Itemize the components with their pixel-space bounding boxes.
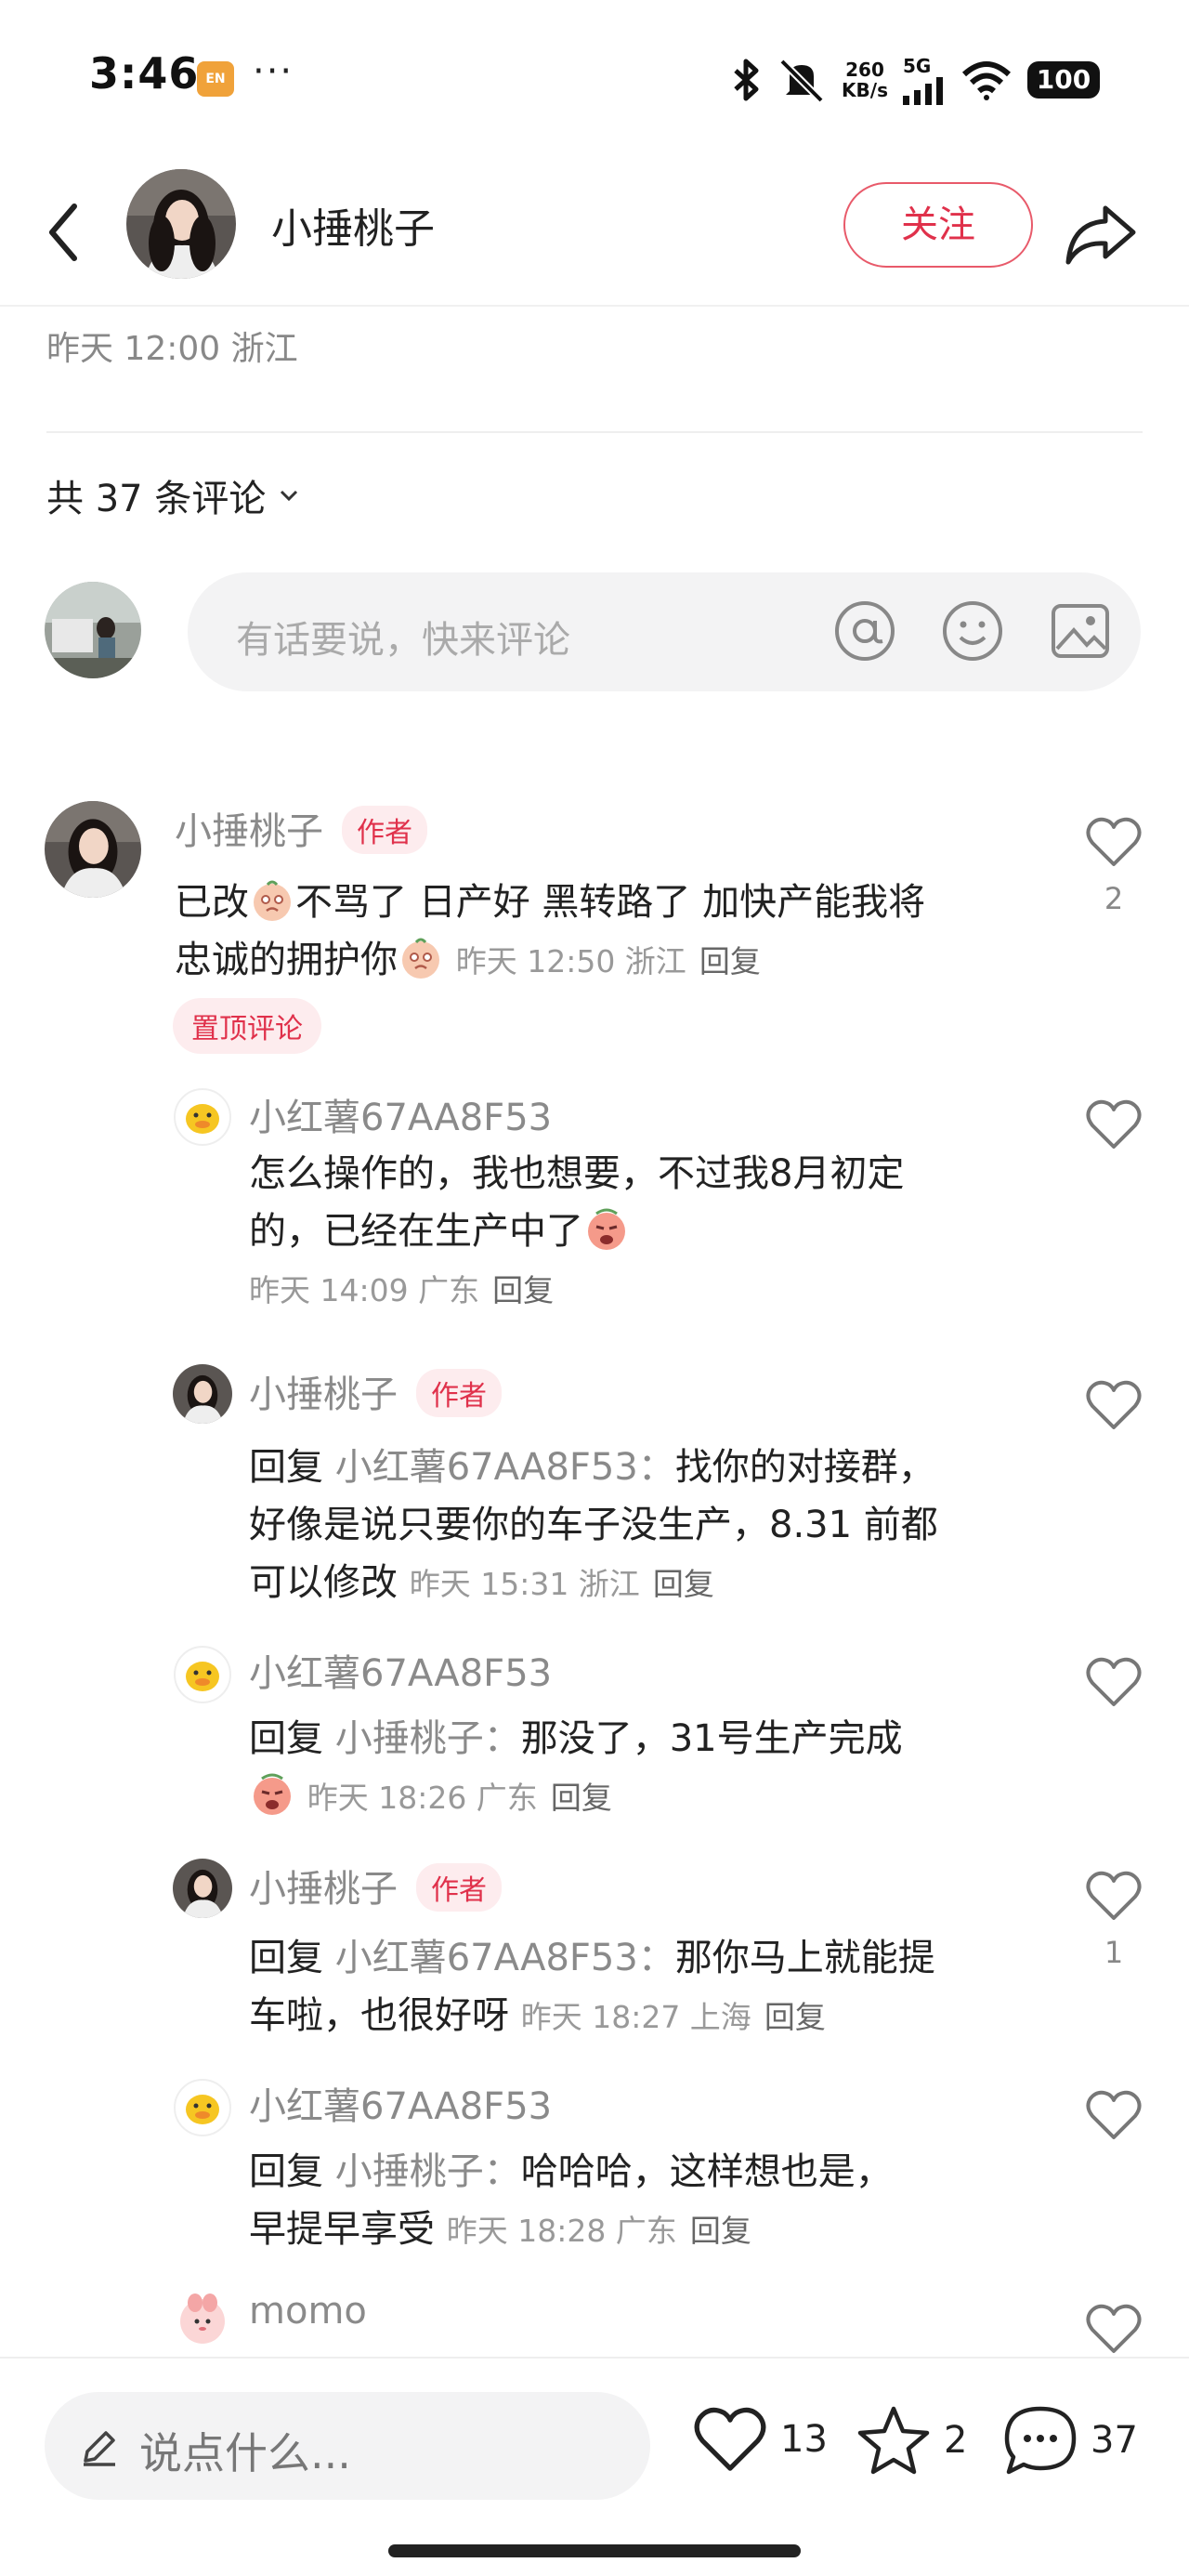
comment-avatar[interactable]	[173, 1087, 232, 1147]
comment-avatar[interactable]	[45, 801, 141, 898]
author-tag: 作者	[416, 1369, 502, 1417]
comment-count-label: 共 37 条评论	[46, 478, 267, 520]
mute-icon	[779, 59, 824, 102]
reply-link[interactable]: 回复	[551, 1780, 612, 1816]
mention-icon[interactable]	[832, 598, 897, 664]
reply-link[interactable]: 回复	[699, 943, 761, 979]
emoji-sticker	[588, 1208, 625, 1250]
comment-text: 回复 小红薯67AA8F53：那你马上就能提 车啦，也很好呀 昨天 18:27 …	[249, 1937, 935, 2037]
pen-icon	[84, 2431, 115, 2466]
comment-meta: 昨天 14:09 广东	[249, 1272, 480, 1308]
comment-button[interactable]: 37	[1001, 2403, 1138, 2477]
status-time: 3:46	[89, 48, 200, 99]
comment-avatar[interactable]	[173, 1859, 232, 1918]
comment-meta: 昨天 18:26 广东	[307, 1780, 538, 1816]
back-button[interactable]	[37, 195, 93, 269]
like-icon[interactable]	[1085, 1097, 1143, 1152]
comment-meta: 昨天 18:28 广东	[446, 2213, 677, 2249]
comment-text: 怎么操作的，我也想要，不过我8月初定 的，已经在生产中了 昨天 14:09 广东…	[249, 1152, 905, 1308]
comment-meta: 昨天 12:50 浙江	[455, 943, 686, 979]
bottom-comment-input[interactable]: 说点什么...	[45, 2392, 650, 2500]
star-count: 2	[944, 2419, 968, 2462]
reply-link[interactable]: 回复	[653, 1566, 714, 1602]
comment-avatar[interactable]	[173, 2078, 232, 2137]
reply-link[interactable]: 回复	[764, 1999, 826, 2035]
like-icon[interactable]	[1085, 1377, 1143, 1433]
battery-indicator: 100	[1027, 61, 1100, 99]
comment-bubble-icon	[1004, 2406, 1077, 2475]
author-tag: 作者	[342, 806, 427, 854]
emoji-sticker	[254, 1773, 291, 1815]
pinned-tag: 置顶评论	[173, 998, 321, 1054]
divider	[46, 431, 1143, 433]
comment-author[interactable]: 小捶桃子 作者	[175, 801, 427, 858]
comment-count-sort[interactable]: 共 37 条评论	[46, 468, 303, 522]
star-icon	[857, 2406, 930, 2475]
status-bar: 3:46 EN ··· 260 KB/s 5G 100	[0, 0, 1189, 158]
post-meta: 昨天 12:00 浙江	[46, 330, 298, 368]
bottom-action-bar: 说点什么... 13 2 37	[0, 2357, 1189, 2576]
like-post-button[interactable]: 13	[691, 2403, 828, 2476]
like-count: 2	[1104, 881, 1124, 916]
comment-avatar[interactable]	[173, 1364, 232, 1424]
like-count: 1	[1104, 1935, 1124, 1970]
wifi-icon	[961, 61, 1012, 100]
comment-author[interactable]: 小红薯67AA8F53	[249, 1643, 552, 1697]
image-icon[interactable]	[1048, 598, 1113, 664]
comment-input-placeholder: 有话要说，快来评论	[236, 619, 570, 662]
post-header: 小捶桃子 关注	[0, 158, 1189, 307]
comment-author[interactable]: 小红薯67AA8F53	[249, 2076, 552, 2130]
home-indicator[interactable]	[388, 2544, 801, 2557]
network-type: 5G	[903, 55, 932, 77]
chevron-down-icon	[281, 490, 298, 502]
network-speed: 260 KB/s	[842, 59, 888, 101]
heart-icon	[694, 2407, 766, 2471]
app-notification-badge: EN	[197, 61, 234, 97]
comment-avatar[interactable]	[173, 1645, 232, 1704]
comment-text: 回复 小捶桃子：那没了，31号生产完成 昨天 18:26 广东 回复	[249, 1717, 903, 1816]
like-icon[interactable]	[1085, 2301, 1143, 2357]
status-indicators: 260 KB/s 5G 100	[730, 52, 1100, 108]
author-name[interactable]: 小捶桃子	[271, 195, 435, 255]
comment-author[interactable]: 小红薯67AA8F53	[249, 1087, 552, 1141]
follow-button[interactable]: 关注	[843, 182, 1033, 268]
collect-button[interactable]: 2	[855, 2403, 967, 2477]
signal-icon	[903, 77, 943, 105]
like-icon[interactable]	[1085, 1868, 1143, 1924]
comment-author[interactable]: 小捶桃子 作者	[249, 1364, 502, 1421]
comment-meta: 昨天 15:31 浙江	[409, 1566, 640, 1602]
comment-author[interactable]: 小捶桃子 作者	[249, 1859, 502, 1915]
comment-author[interactable]: momo	[249, 2290, 367, 2333]
comment-input[interactable]: 有话要说，快来评论	[188, 572, 1141, 691]
comment-text: 回复 小捶桃子：哈哈哈，这样想也是， 早提早享受 昨天 18:28 广东 回复	[249, 2150, 893, 2251]
like-icon[interactable]	[1085, 1654, 1143, 1710]
comment-count: 37	[1091, 2419, 1138, 2462]
emoji-sticker	[254, 880, 291, 921]
emoji-sticker	[402, 938, 439, 979]
bottom-input-placeholder: 说点什么...	[139, 2428, 351, 2478]
comment-text: 已改 不骂了 日产好 黑转路了 加快产能我将 忠诚的拥护你 昨天 12:50 浙江…	[175, 874, 1029, 991]
reply-link[interactable]: 回复	[690, 2213, 751, 2249]
author-avatar[interactable]	[126, 169, 236, 279]
more-notifications-icon: ···	[253, 50, 294, 93]
author-tag: 作者	[416, 1863, 502, 1912]
like-count: 13	[780, 2418, 828, 2461]
comment-meta: 昨天 18:27 上海	[520, 1999, 751, 2035]
emoji-icon[interactable]	[940, 598, 1005, 664]
share-icon[interactable]	[1059, 191, 1143, 275]
reply-link[interactable]: 回复	[492, 1272, 554, 1308]
comment-avatar[interactable]	[173, 2290, 232, 2349]
like-icon[interactable]	[1085, 814, 1143, 870]
comment-text: 回复 小红薯67AA8F53：找你的对接群， 好像是说只要你的车子没生产，8.3…	[249, 1446, 938, 1604]
like-icon[interactable]	[1085, 2087, 1143, 2143]
current-user-avatar	[45, 582, 141, 678]
bluetooth-icon	[734, 59, 759, 101]
